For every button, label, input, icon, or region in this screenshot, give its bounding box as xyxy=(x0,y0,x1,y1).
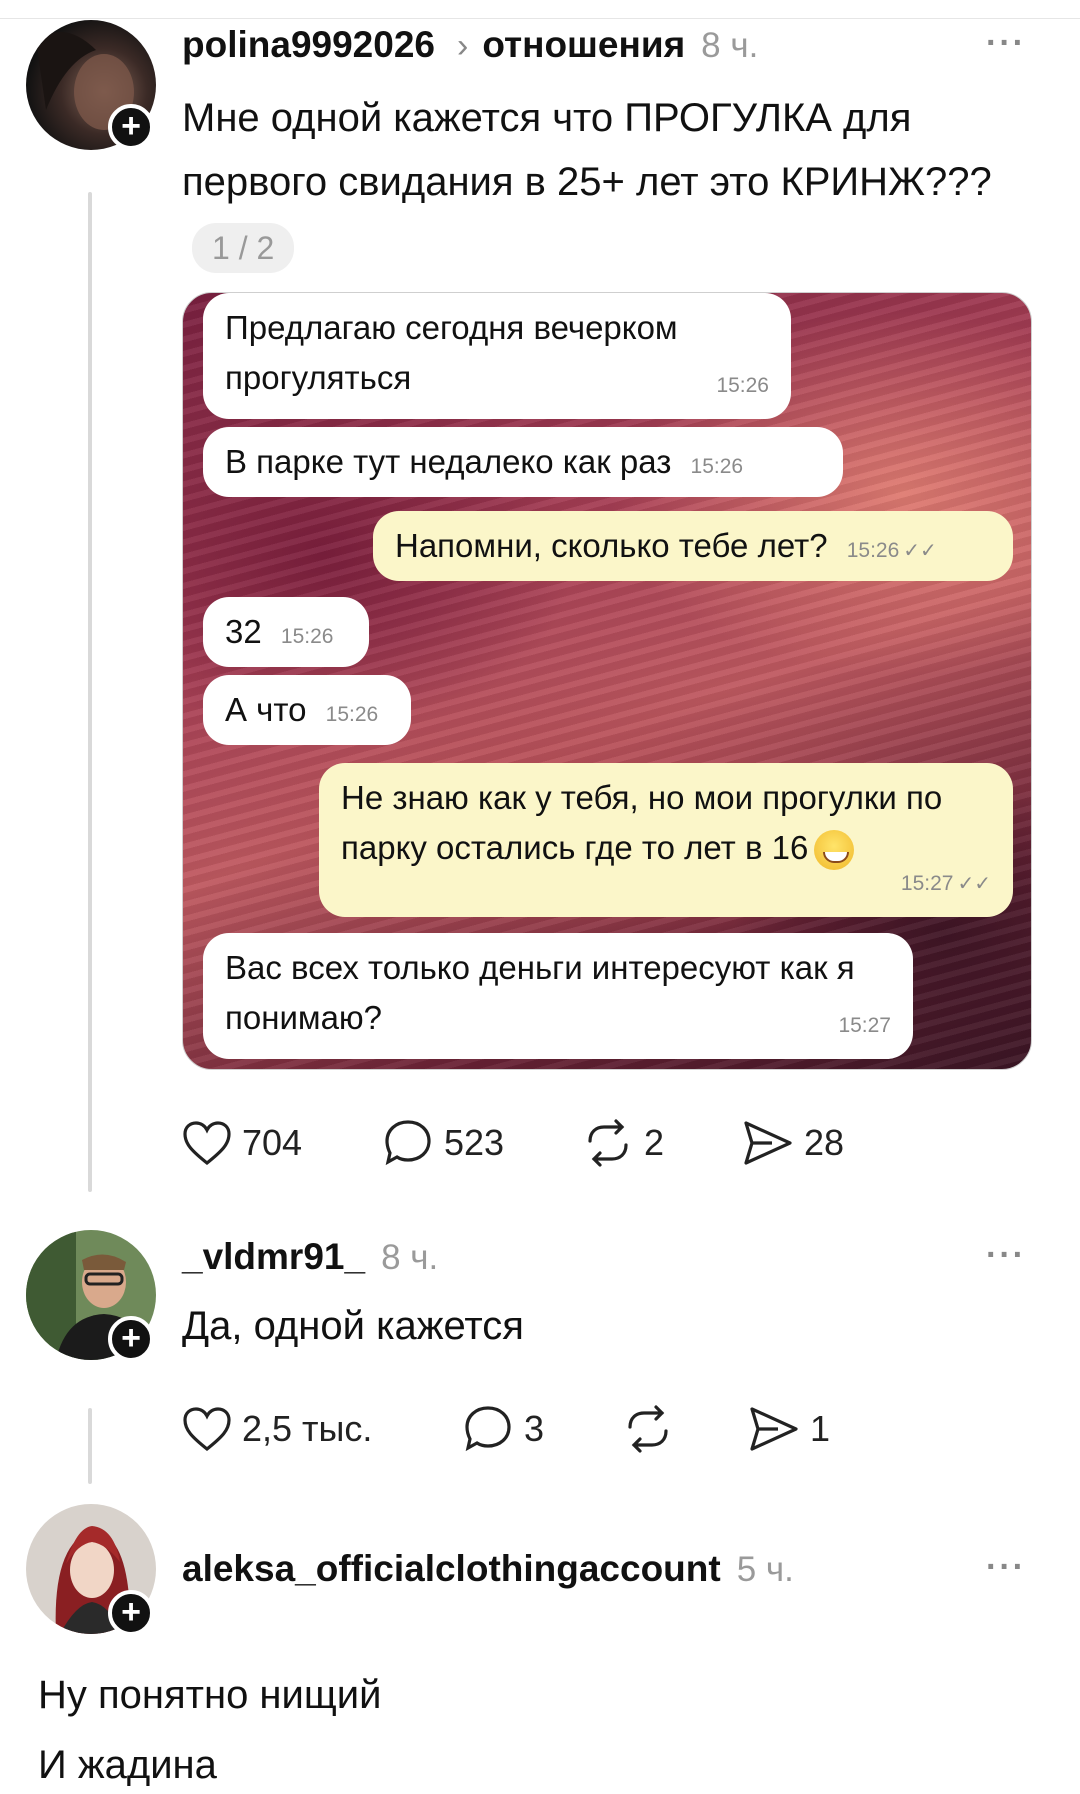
chat-bubble-6: Не знаю как у тебя, но мои прогулки по п… xyxy=(319,763,1013,917)
follow-plus-button[interactable]: + xyxy=(108,104,154,150)
chat-time-7: 15:27 xyxy=(838,1014,891,1037)
reply1-actions: 2,5 тыс. 3 1 xyxy=(182,1404,830,1454)
thread-line xyxy=(88,1408,92,1484)
follow-plus-button[interactable]: + xyxy=(108,1590,154,1636)
reply1-header: _vldmr91_ 8 ч. xyxy=(182,1236,438,1278)
like-button[interactable]: 704 xyxy=(182,1120,382,1166)
comment-count: 523 xyxy=(444,1122,505,1163)
reply1-text: Да, одной кажется xyxy=(182,1304,524,1348)
reply2-time: 5 ч. xyxy=(736,1550,794,1589)
chat-text-4: 32 xyxy=(225,613,262,650)
reply2-username[interactable]: aleksa_officialclothingaccount xyxy=(182,1548,721,1590)
heart-icon xyxy=(183,1407,231,1452)
chat-text-7: Вас всех только деньги интересуют как я … xyxy=(225,949,855,1036)
top-divider xyxy=(0,18,1080,19)
heart-icon xyxy=(183,1121,231,1166)
post-actions: 704 523 2 28 xyxy=(182,1118,844,1168)
comment-count: 3 xyxy=(524,1408,545,1449)
reply1-username[interactable]: _vldmr91_ xyxy=(182,1236,365,1278)
reply2-header: aleksa_officialclothingaccount 5 ч. xyxy=(182,1548,794,1590)
chat-bubble-2: В парке тут недалеко как раз 15:26 xyxy=(203,427,843,497)
chat-time-6: 15:27 xyxy=(900,872,954,895)
chat-time-2: 15:26 xyxy=(690,455,744,478)
chevron-right-icon: › xyxy=(456,27,469,65)
repost-icon xyxy=(628,1405,668,1453)
double-check-icon: ✓✓ xyxy=(957,873,991,895)
sweat-smile-emoji-icon xyxy=(814,830,855,871)
share-count: 28 xyxy=(804,1122,845,1163)
chat-time-6-wrap: 15:27 ✓✓ xyxy=(901,859,991,909)
more-options-icon[interactable]: ··· xyxy=(986,1548,1026,1587)
repost-button[interactable] xyxy=(622,1405,748,1453)
page-badge: 1 / 2 xyxy=(192,223,295,274)
chat-bubble-3: Напомни, сколько тебе лет? 15:26 ✓✓ xyxy=(373,511,1013,581)
repost-count: 2 xyxy=(644,1122,665,1163)
chat-screenshot-image[interactable]: Предлагаю сегодня вечерком прогуляться 1… xyxy=(182,292,1032,1070)
send-icon xyxy=(750,1407,798,1451)
post-topic[interactable]: отношения xyxy=(482,24,685,66)
comment-icon xyxy=(385,1120,431,1166)
post-time: 8 ч. xyxy=(701,26,759,65)
post-text: Мне одной кажется что ПРОГУЛКА для перво… xyxy=(182,86,1032,278)
chat-bubble-7: Вас всех только деньги интересуют как я … xyxy=(203,933,913,1059)
chat-time-1: 15:26 xyxy=(716,374,769,397)
post-header: polina9992026 › отношения 8 ч. xyxy=(182,24,758,66)
chat-bubble-1: Предлагаю сегодня вечерком прогуляться 1… xyxy=(203,293,791,419)
send-icon xyxy=(744,1121,792,1165)
chat-text-5: А что xyxy=(225,691,307,728)
chat-bubble-5: А что 15:26 xyxy=(203,675,411,745)
post-text-content: Мне одной кажется что ПРОГУЛКА для перво… xyxy=(182,96,992,204)
post-username[interactable]: polina9992026 xyxy=(182,24,435,66)
more-options-icon[interactable]: ··· xyxy=(986,1236,1026,1275)
chat-text-1: Предлагаю сегодня вечерком прогуляться xyxy=(225,309,678,396)
like-count: 2,5 тыс. xyxy=(242,1408,373,1449)
follow-plus-button[interactable]: + xyxy=(108,1316,154,1362)
reply2-text: Ну понятно нищий И жадина xyxy=(38,1660,381,1794)
repost-button[interactable]: 2 xyxy=(582,1119,742,1167)
comment-icon xyxy=(465,1406,511,1452)
reply2-text-line-1: Ну понятно нищий xyxy=(38,1673,382,1717)
like-button[interactable]: 2,5 тыс. xyxy=(182,1406,462,1452)
chat-time-4: 15:26 xyxy=(280,625,334,648)
share-button[interactable]: 1 xyxy=(748,1405,830,1453)
comment-button[interactable]: 523 xyxy=(382,1118,582,1168)
chat-text-3: Напомни, сколько тебе лет? xyxy=(395,527,828,564)
reply1-time: 8 ч. xyxy=(381,1238,439,1277)
share-button[interactable]: 28 xyxy=(742,1119,844,1167)
repost-icon xyxy=(588,1119,628,1167)
reply2-text-line-2: И жадина xyxy=(38,1743,217,1787)
chat-text-2: В парке тут недалеко как раз xyxy=(225,443,672,480)
more-options-icon[interactable]: ··· xyxy=(986,24,1026,63)
share-count: 1 xyxy=(810,1408,831,1449)
chat-bubble-4: 32 15:26 xyxy=(203,597,369,667)
chat-time-3: 15:26 xyxy=(846,539,900,562)
thread-line xyxy=(88,192,92,1192)
comment-button[interactable]: 3 xyxy=(462,1404,622,1454)
double-check-icon: ✓✓ xyxy=(903,540,937,562)
chat-time-5: 15:26 xyxy=(325,703,379,726)
like-count: 704 xyxy=(242,1122,303,1163)
